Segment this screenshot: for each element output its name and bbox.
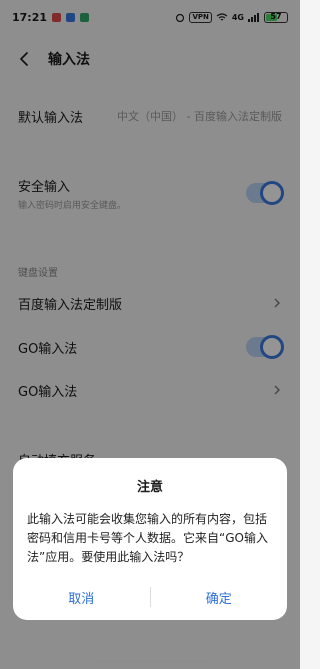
home-indicator[interactable]	[92, 660, 208, 663]
confirm-button[interactable]: 确定	[151, 588, 288, 607]
dialog-title: 注意	[136, 480, 163, 495]
permission-dialog: 注意 此输入法可能会收集您输入的所有内容，包括密码和信用卡号等个人数据。它来自“…	[13, 458, 287, 620]
dialog-buttons: 取消 确定	[13, 574, 287, 620]
dialog-message: 此输入法可能会收集您输入的所有内容，包括密码和信用卡号等个人数据。它来自“GO输…	[27, 512, 268, 564]
cancel-button[interactable]: 取消	[13, 588, 150, 607]
